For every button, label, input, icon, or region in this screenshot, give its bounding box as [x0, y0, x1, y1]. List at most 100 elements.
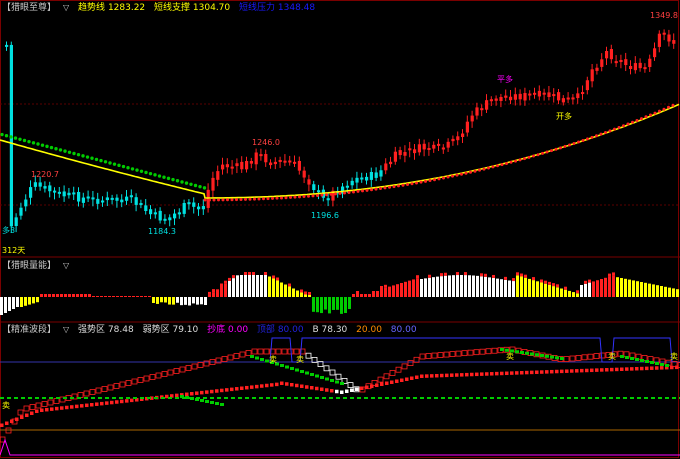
volume-bar: [632, 280, 635, 297]
volume-bar: [84, 294, 87, 297]
support-dot-red: [667, 105, 670, 109]
volume-bar: [528, 278, 531, 297]
candle-body: [422, 143, 426, 150]
baseline-dash: [112, 397, 116, 399]
volume-bar: [320, 297, 323, 314]
support-dot-green: [18, 137, 22, 141]
candle-body: [413, 149, 417, 154]
volume-bar-cap: [428, 274, 431, 278]
support-dot-red: [496, 164, 499, 168]
wave-slow-square: [300, 384, 304, 388]
wave-green: [280, 364, 284, 367]
volume-bar-cap: [356, 291, 359, 294]
volume-bar: [268, 276, 271, 297]
volume-bar: [280, 282, 283, 297]
wave-slow-square: [255, 384, 259, 389]
volume-bar: [416, 278, 419, 297]
baseline-dash: [406, 397, 410, 399]
candle-body: [216, 171, 220, 180]
support-dot-green: [180, 180, 184, 184]
candle-body: [605, 50, 609, 59]
baseline-dash: [56, 397, 60, 399]
panel1-dropdown-icon[interactable]: ▽: [63, 3, 69, 12]
wave-slow-square: [430, 374, 434, 378]
volume-bar: [344, 297, 347, 314]
baseline-dash: [581, 397, 585, 399]
support-dot-red: [653, 111, 657, 115]
volume-bar: [12, 297, 15, 309]
candle-body: [134, 197, 138, 205]
volume-bar: [56, 294, 59, 297]
volume-bar-cap: [248, 272, 251, 275]
baseline-dash: [651, 397, 655, 399]
support-dot-red: [586, 137, 589, 141]
label-left-marker: 多3: [2, 226, 16, 235]
volume-bar: [180, 297, 183, 306]
candle-body: [451, 138, 455, 142]
wave-slow-square: [215, 389, 219, 393]
panel2-indicator-name[interactable]: 【猎眼量能】: [2, 261, 56, 271]
panel3-indicator-name[interactable]: 【精准波段】: [2, 325, 56, 335]
panel2-dropdown-icon[interactable]: ▽: [63, 261, 69, 270]
wave-slow-square: [100, 401, 104, 406]
volume-bar-cap: [228, 277, 231, 281]
baseline-dash: [427, 397, 431, 399]
volume-bar: [532, 280, 535, 297]
wave-slow-square: [350, 388, 354, 392]
volume-bar: [272, 278, 275, 297]
volume-bar: [300, 292, 303, 297]
volume-bar: [420, 279, 423, 297]
volume-bar: [232, 278, 235, 297]
wave-slow-square: [190, 392, 194, 396]
volume-bar-cap: [384, 284, 387, 288]
support-dot-green: [126, 166, 130, 170]
panel1-item-2: 短线压力 1348.48: [239, 3, 316, 13]
wave-slow-square: [565, 369, 569, 373]
volume-bar: [60, 294, 63, 297]
support-dot-green: [81, 154, 85, 158]
wave-green: [545, 354, 549, 358]
candle-body: [585, 80, 589, 91]
candle-body: [211, 177, 215, 191]
candle-body: [446, 141, 450, 148]
wave-green: [305, 371, 309, 375]
support-dot-green: [49, 145, 54, 150]
label-ping-duo: 平多: [497, 75, 513, 84]
volume-bar: [332, 297, 335, 310]
volume-bar: [472, 275, 475, 297]
panel3-item-4: B 78.30: [312, 325, 348, 335]
candle-body: [326, 198, 330, 201]
wave-slow-square: [275, 382, 279, 387]
support-dot-red: [406, 182, 409, 186]
volume-bar-cap: [252, 272, 255, 275]
volume-bar: [16, 297, 19, 307]
wave-slow-square: [535, 370, 539, 374]
wave-green: [310, 373, 314, 376]
baseline-dash: [287, 397, 291, 399]
chart-canvas[interactable]: [0, 0, 680, 459]
volume-bar-cap: [456, 272, 459, 276]
support-dot-red: [626, 122, 630, 126]
volume-bar: [296, 290, 299, 297]
volume-bar: [364, 294, 367, 297]
volume-bar: [360, 294, 363, 297]
volume-bar-cap: [584, 280, 587, 284]
volume-bar: [244, 275, 247, 297]
panel1-indicator-name[interactable]: 【猎眼至尊】: [2, 3, 56, 13]
candle-body: [163, 218, 167, 221]
support-dot-green: [148, 171, 153, 176]
wave-slow-square: [440, 373, 444, 378]
baseline-dash: [476, 397, 480, 399]
support-dot-green: [31, 141, 36, 145]
candle-body: [297, 160, 301, 171]
panel3-dropdown-icon[interactable]: ▽: [63, 325, 69, 334]
wave-slow-square: [625, 367, 629, 371]
marker-left: 卖: [2, 401, 10, 410]
wave-slow-square: [315, 386, 319, 391]
wave-slow-square: [200, 390, 204, 395]
volume-bar: [500, 279, 503, 297]
candle-body: [96, 198, 100, 204]
support-dot-red: [244, 197, 247, 201]
candle-body: [125, 196, 129, 201]
volume-bar-cap: [556, 284, 559, 288]
